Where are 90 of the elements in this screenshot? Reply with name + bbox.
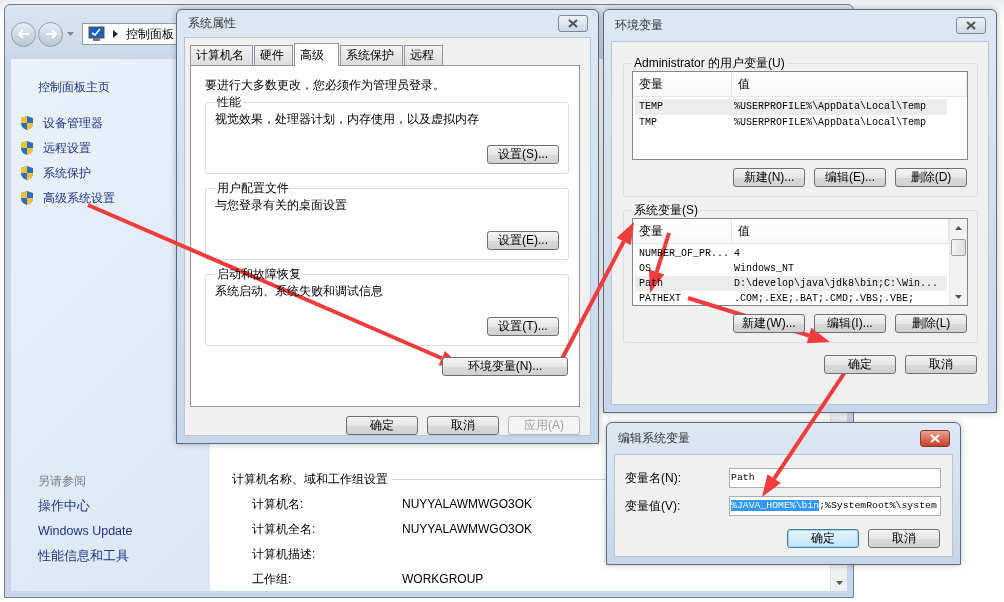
sidebar-link[interactable]: 设备管理器 [43, 115, 103, 131]
group-title: Administrator 的用户变量(U) [633, 56, 786, 71]
scroll-up-icon [955, 226, 962, 230]
variable-value: Windows_NT [734, 262, 794, 276]
variable-value: 4 [734, 247, 740, 261]
scrollbar[interactable] [949, 219, 967, 305]
dialog-button[interactable]: 取消 [868, 529, 940, 548]
group-description: 视觉效果，处理器计划，内存使用，以及虚拟内存 [215, 111, 480, 128]
sidebar-link[interactable]: 操作中心 [38, 498, 210, 514]
settings-button[interactable]: 设置(T)... [487, 317, 559, 336]
input-field[interactable]: %JAVA_HOME%\bin;%SystemRoot%\system [729, 496, 941, 516]
shield-icon [20, 140, 34, 156]
tab[interactable]: 高级 [294, 43, 339, 66]
close-button[interactable] [920, 430, 950, 447]
field-label: 计算机名: [252, 496, 305, 512]
scroll-down-icon [955, 295, 962, 299]
close-button[interactable] [956, 17, 986, 34]
arrow-right-icon [44, 29, 57, 39]
variable-name: OS [638, 262, 652, 276]
variable-name: PATHEXT [638, 292, 682, 305]
scroll-thumb[interactable] [951, 239, 966, 256]
field-value: NUYYALAWMWGO3OK [402, 521, 532, 537]
scroll-down-icon [835, 581, 843, 585]
list-row[interactable]: OS Windows_NT [635, 261, 947, 276]
tab[interactable]: 计算机名 [190, 45, 253, 65]
close-icon [568, 19, 578, 28]
settings-button[interactable]: 设置(E)... [487, 231, 559, 250]
tab[interactable]: 远程 [404, 45, 443, 65]
field-label: 计算机全名: [252, 521, 317, 537]
close-button[interactable] [558, 15, 588, 32]
settings-button[interactable]: 设置(S)... [487, 145, 559, 164]
field-label: 计算机描述: [252, 546, 317, 562]
variable-button[interactable]: 删除(D) [895, 168, 967, 187]
variable-button[interactable]: 编辑(E)... [814, 168, 886, 187]
variable-button[interactable]: 删除(L) [895, 314, 967, 333]
group-title: 性能 [216, 95, 242, 110]
field-label: 变量值(V): [625, 497, 682, 515]
group-description: 与您登录有关的桌面设置 [215, 197, 348, 214]
forward-button[interactable] [38, 21, 63, 47]
group-title: 用户配置文件 [216, 181, 290, 196]
variable-button[interactable]: 新建(W)... [733, 314, 805, 333]
variable-value: %USERPROFILE%\AppData\Local\Temp [734, 116, 927, 130]
variable-value: .COM;.EXE;.BAT;.CMD;.VBS;.VBE; [734, 292, 915, 305]
tab[interactable]: 系统保护 [340, 45, 403, 65]
environment-variables-button[interactable]: 环境变量(N)... [442, 357, 568, 376]
sidebar-heading: 另请参阅 [38, 473, 87, 489]
section-heading: 计算机名称、域和工作组设置 [232, 471, 388, 487]
list-row[interactable]: TMP %USERPROFILE%\AppData\Local\Temp [635, 115, 947, 131]
admin-note: 要进行大多数更改，您必须作为管理员登录。 [205, 77, 446, 93]
column-header[interactable]: 变量 [633, 72, 732, 96]
dialog-button[interactable]: 确定 [787, 529, 859, 548]
field-label: 工作组: [252, 571, 293, 587]
column-header[interactable]: 值 [732, 72, 967, 96]
list-row[interactable]: PATHEXT .COM;.EXE;.BAT;.CMD;.VBS;.VBE; [635, 291, 947, 305]
close-icon [966, 21, 976, 30]
window-title: 环境变量 [615, 17, 663, 34]
sidebar-link[interactable]: 系统保护 [43, 165, 91, 181]
chevron-icon [113, 30, 118, 38]
variable-name: TEMP [638, 100, 664, 114]
shield-icon [20, 190, 34, 206]
shield-icon [20, 115, 34, 131]
window-title: 编辑系统变量 [618, 430, 690, 447]
back-button[interactable] [11, 21, 36, 47]
sidebar-link[interactable]: Windows Update [38, 523, 210, 539]
dialog-button[interactable]: 取消 [905, 355, 977, 374]
close-icon [930, 434, 940, 443]
input-field[interactable]: Path [729, 468, 941, 488]
variable-list[interactable]: 变量 值 TEMP %USERPROFILE%\AppData\Local\Temp TMP %USERPROFILE%\AppData\Local\Temp [632, 71, 968, 160]
arrow-left-icon [17, 29, 30, 39]
monitor-icon [87, 26, 105, 42]
dropdown-arrow-icon [67, 32, 74, 36]
variable-value: D:\develop\java\jdk8\bin;C:\Win... [734, 277, 939, 291]
sidebar-link[interactable]: 性能信息和工具 [38, 548, 210, 564]
field-label: 变量名(N): [625, 469, 682, 487]
list-row[interactable]: TEMP %USERPROFILE%\AppData\Local\Temp [635, 99, 947, 115]
dialog-button[interactable]: 确定 [824, 355, 896, 374]
shield-icon [20, 165, 34, 181]
tab[interactable]: 硬件 [254, 45, 293, 65]
dialog-button[interactable]: 取消 [427, 416, 499, 435]
field-value: WORKGROUP [402, 571, 484, 587]
variable-value: %USERPROFILE%\AppData\Local\Temp [734, 100, 927, 114]
variable-name: TMP [638, 116, 658, 130]
variable-button[interactable]: 新建(N)... [733, 168, 805, 187]
group-title: 系统变量(S) [633, 203, 699, 218]
sidebar-link[interactable]: 高级系统设置 [43, 190, 115, 206]
sidebar-link[interactable]: 远程设置 [43, 140, 91, 156]
field-value: NUYYALAWMWGO3OK [402, 496, 532, 512]
dialog-button[interactable]: 确定 [346, 416, 418, 435]
breadcrumb[interactable]: 控制面板 [126, 25, 174, 43]
variable-button[interactable]: 编辑(I)... [814, 314, 886, 333]
